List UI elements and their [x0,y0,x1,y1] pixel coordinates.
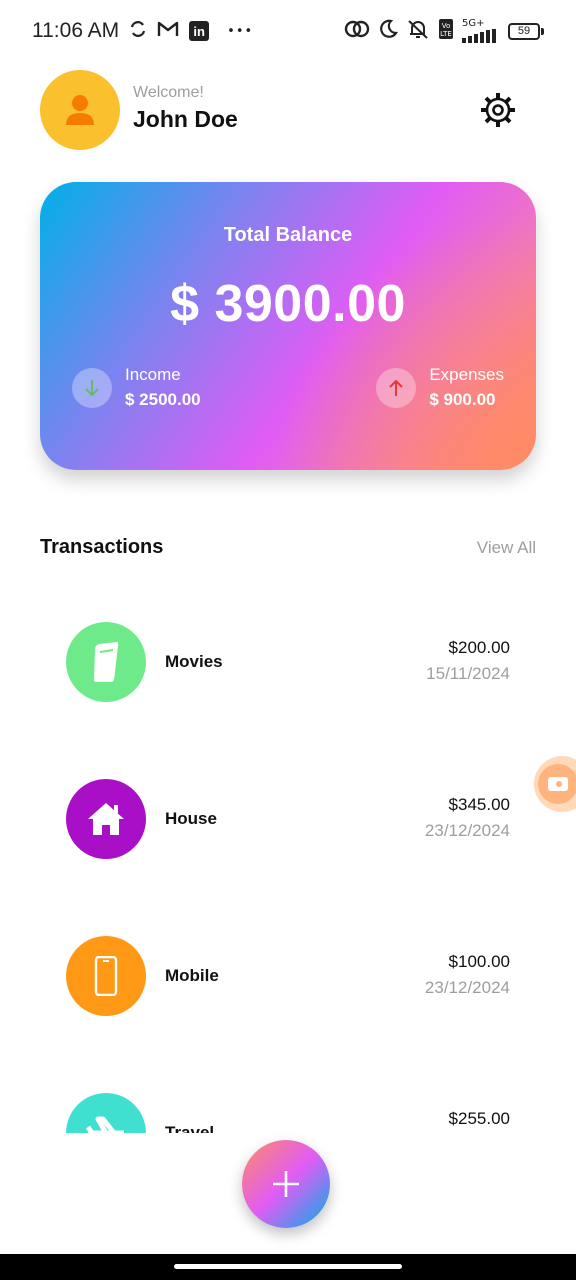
expenses-stat: Expenses $ 900.00 [376,364,504,411]
transaction-row-movies[interactable]: Movies $200.00 15/11/2024 [66,622,510,702]
settings-button[interactable] [478,90,518,130]
status-time: 11:06 AM [32,19,120,42]
transaction-row-mobile[interactable]: Mobile $100.00 23/12/2024 [66,936,510,1016]
more-dots-icon: ••• [227,23,254,39]
house-icon [88,803,124,835]
transaction-date: 15/11/2024 [426,664,510,683]
side-floating-inner [538,764,576,804]
expenses-label: Expenses [429,365,504,384]
transaction-amount: $345.00 [448,795,510,814]
income-value: $ 2500.00 [125,390,201,409]
expenses-icon-circle [376,367,417,408]
expenses-value: $ 900.00 [429,390,496,409]
transaction-amount: $100.00 [448,952,510,971]
transactions-header: Transactions View All [40,536,536,559]
transaction-name: Mobile [165,966,219,985]
person-icon [66,95,94,125]
transaction-amount: $255.00 [448,1109,510,1128]
transactions-list[interactable]: Movies $200.00 15/11/2024 House $345.00 … [0,580,576,1133]
transaction-icon-circle [66,622,146,702]
header: Welcome! John Doe [40,70,536,150]
mobile-phone-icon [94,956,118,996]
svg-text:Vo: Vo [442,22,451,30]
signal-5g-icon: 5G+ [462,19,500,43]
income-stat: Income $ 2500.00 [72,364,201,411]
transaction-name: Travel [165,1123,215,1133]
sync-icon [129,20,147,42]
status-left: 11:06 AM in ••• [32,19,253,43]
transaction-icon-circle [66,1093,146,1133]
gmail-icon [157,20,179,42]
welcome-text: Welcome! [133,84,204,101]
expenses-text: Expenses $ 900.00 [429,364,504,411]
income-icon-circle [72,367,112,408]
transaction-icon-circle [66,779,146,859]
avatar[interactable] [40,70,120,150]
mute-icon [406,18,430,44]
airplane-icon [85,1116,124,1133]
transaction-date: 23/12/2024 [424,821,510,840]
add-transaction-button[interactable] [242,1140,330,1228]
income-text: Income $ 2500.00 [125,364,201,411]
battery-tip [541,27,544,35]
network-type: 5G+ [462,18,485,29]
transactions-title: Transactions [40,536,164,558]
balance-card: Total Balance $ 3900.00 Income $ 2500.00… [40,182,536,470]
transaction-icon-circle [66,936,146,1016]
home-gesture-handle[interactable] [174,1264,402,1269]
transaction-date: 23/12/2024 [424,978,510,997]
gear-icon [481,93,515,127]
income-label: Income [125,365,181,384]
linkedin-icon: in [189,21,210,41]
battery-icon: 59 [508,22,544,40]
transaction-row-travel[interactable]: Travel $255.00 [66,1093,510,1133]
movie-ticket-icon [94,642,119,682]
transaction-row-house[interactable]: House $345.00 23/12/2024 [66,779,510,859]
balance-title: Total Balance [223,224,353,246]
link-icon [344,19,370,43]
plus-icon [273,1171,299,1197]
status-bar: 11:06 AM in ••• Vo LTE 5G+ 59 [0,0,576,62]
video-camera-icon [548,777,568,791]
transaction-name: House [165,809,217,828]
view-all-link[interactable]: View All [477,538,536,558]
transaction-name: Movies [165,652,223,671]
volte-icon: Vo LTE [438,18,454,44]
system-nav-bar [0,1254,576,1280]
balance-amount: $ 3900.00 [170,275,406,333]
status-right: Vo LTE 5G+ 59 [344,18,544,44]
svg-text:LTE: LTE [440,30,452,38]
arrow-down-icon [85,379,99,396]
user-name: John Doe [133,106,238,132]
battery-level: 59 [508,22,540,40]
arrow-up-icon [389,379,404,396]
transaction-amount: $200.00 [448,638,510,657]
moon-icon [378,19,398,43]
